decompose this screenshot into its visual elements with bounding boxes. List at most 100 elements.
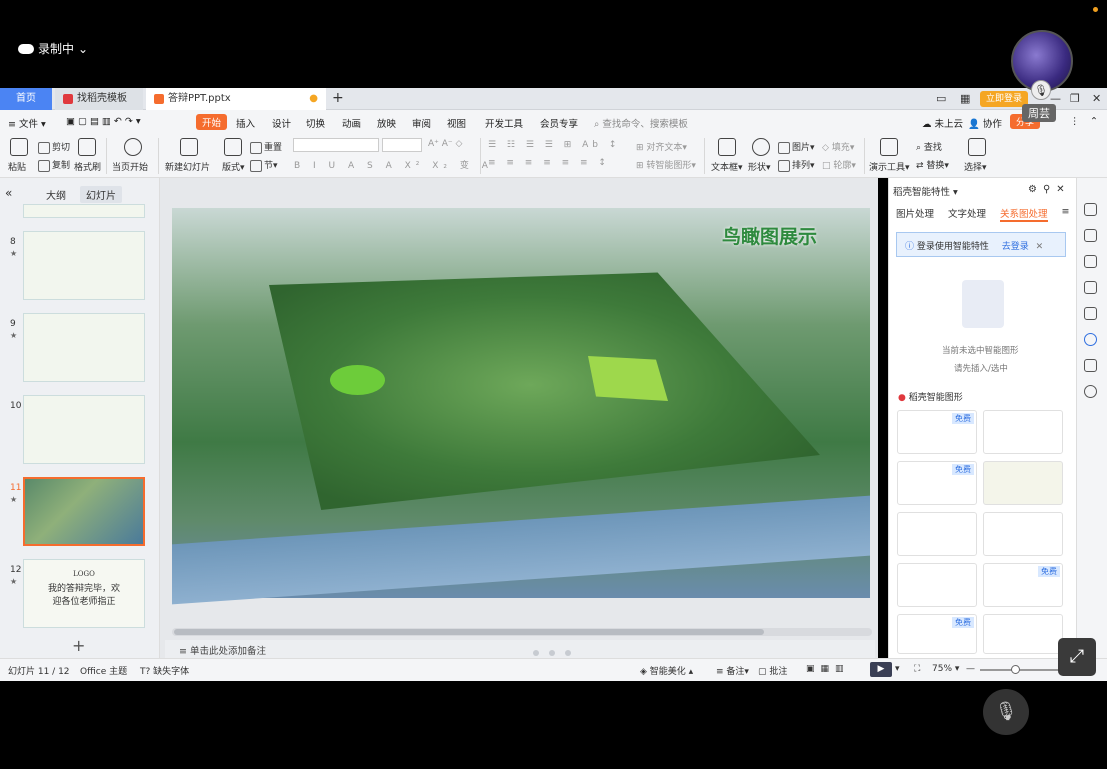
close-icon[interactable]: ✕ [1056, 184, 1070, 195]
replace-button[interactable]: ⇄ 替换▾ [916, 158, 949, 171]
help-icon[interactable] [1084, 385, 1097, 398]
restore-button[interactable]: ❐ [1070, 92, 1080, 105]
find-button[interactable]: ⌕ 查找 [916, 140, 942, 153]
play-options-chevron-icon[interactable]: ▾ [895, 664, 900, 674]
image-icon[interactable] [1084, 307, 1097, 320]
smart-graphic-card[interactable] [983, 410, 1063, 454]
smart-feature-icon[interactable] [1084, 333, 1097, 346]
settings-sliders-icon[interactable] [1084, 229, 1097, 242]
star-icon[interactable] [1084, 255, 1097, 268]
slide-thumbnail-9[interactable] [23, 313, 145, 382]
notes-field[interactable]: ≡ 单击此处添加备注 [165, 640, 875, 658]
slide-thumbnail-8[interactable] [23, 231, 145, 300]
select-button[interactable]: 选择▾ [964, 160, 987, 173]
zoom-slider[interactable] [980, 669, 1060, 671]
tab-home[interactable]: 首页 [0, 88, 52, 110]
smart-graphic-card[interactable] [983, 512, 1063, 556]
slide-title[interactable]: 鸟瞰图展示 [722, 222, 817, 249]
smart-graphic-card[interactable]: 免费 [897, 461, 977, 505]
floating-edit-button[interactable]: ⤢ [1058, 638, 1096, 676]
menu-transition[interactable]: 切换 [306, 116, 325, 130]
slide-thumbnail-10[interactable] [23, 395, 145, 464]
new-slide-icon[interactable] [180, 138, 198, 156]
select-icon[interactable] [968, 138, 986, 156]
zoom-level[interactable]: 75% ▾ [932, 664, 959, 674]
presenter-tools-icon[interactable] [880, 138, 898, 156]
missing-font-button[interactable]: T? 缺失字体 [140, 664, 189, 677]
paste-button[interactable]: 粘贴 [8, 160, 26, 173]
reset-button[interactable]: 重置 [250, 140, 282, 154]
collapse-panel-icon[interactable]: « [5, 186, 12, 200]
textbox-button[interactable]: 文本框▾ [711, 160, 743, 173]
close-icon[interactable]: ✕ [1036, 242, 1044, 252]
arrange-button[interactable]: 排列▾ [778, 158, 815, 172]
gear-icon[interactable]: ⚙ [1028, 184, 1043, 195]
play-button[interactable]: ▶ [870, 662, 892, 677]
menu-developer[interactable]: 开发工具 [485, 116, 523, 130]
collab-button[interactable]: 👤 协作 [968, 116, 1002, 130]
pane-title[interactable]: 稻壳智能特性 ▾ [893, 184, 958, 198]
new-slide-button[interactable]: 新建幻灯片 [165, 160, 210, 173]
copy-button[interactable]: 复制 [38, 158, 70, 172]
zoom-out-button[interactable]: — [966, 664, 975, 674]
play-from-current-button[interactable]: 当页开始 [112, 160, 148, 173]
format-painter-button[interactable]: 格式刷 [74, 160, 101, 173]
smart-graphic-card[interactable]: 免费 [983, 563, 1063, 607]
smart-graphic-card[interactable] [983, 461, 1063, 505]
smart-graphic-card[interactable] [897, 512, 977, 556]
text-format-icons[interactable]: B I U A S A X² X₂ 变 A [294, 158, 493, 171]
horizontal-scrollbar[interactable] [172, 628, 872, 636]
pin-icon[interactable]: ⚲ [1043, 184, 1056, 195]
list-icons[interactable]: ☰ ☷ ☰ ☰ ⊞ Ab ↕ [488, 140, 620, 150]
smart-graphic-card[interactable] [983, 614, 1063, 654]
command-search[interactable]: ⌕ 查找命令、搜索模板 [594, 116, 688, 130]
format-painter-icon[interactable] [78, 138, 96, 156]
slide-thumbnail-7[interactable] [23, 204, 145, 218]
layout-button[interactable]: 版式▾ [222, 160, 245, 173]
menu-member[interactable]: 会员专享 [540, 116, 578, 130]
smart-graphic-card[interactable] [897, 563, 977, 607]
picture-button[interactable]: 图片▾ [778, 140, 815, 154]
slide-thumbnail-11-selected[interactable] [23, 477, 145, 546]
slide-thumbnail-12[interactable]: LOGO 我的答辩完毕，欢 迎各位老师指正 [23, 559, 145, 628]
grid-icon[interactable]: ▦ [960, 92, 970, 105]
login-button[interactable]: 立即登录 [980, 91, 1029, 107]
tab-outline[interactable]: 大纲 [40, 186, 72, 203]
more-icon[interactable]: ⋮ [1070, 116, 1080, 127]
notes-toggle-button[interactable]: ≡ 备注▾ [716, 664, 749, 677]
layout-icon[interactable]: ▭ [936, 92, 946, 105]
tab-document[interactable]: 答辩PPT.pptx ● [146, 88, 326, 110]
rocket-icon[interactable] [1084, 203, 1097, 216]
add-tab-button[interactable]: + [332, 90, 344, 106]
presenter-tools-button[interactable]: 演示工具▾ [869, 160, 910, 173]
menu-insert[interactable]: 插入 [236, 116, 255, 130]
pane-controls[interactable]: ⚙⚲✕ [1028, 184, 1071, 195]
recording-indicator[interactable]: 录制中 ⌄ [18, 40, 88, 57]
font-size-adjust-icons[interactable]: A⁺ A⁻ ◇ [428, 139, 462, 149]
paragraph-align-icons[interactable]: ≡ ≡ ≡ ≡ ≡ ≡ ↕ [488, 158, 610, 168]
comments-button[interactable]: ▢ 批注 [758, 664, 787, 677]
align-text-button[interactable]: ⊞ 对齐文本▾ [636, 140, 687, 153]
paste-icon[interactable] [10, 138, 28, 156]
tab-templates[interactable]: 找稻壳模板 [55, 88, 143, 110]
fill-button[interactable]: ◇ 填充▾ [822, 140, 854, 153]
cut-button[interactable]: 剪切 [38, 140, 70, 154]
shape-icon[interactable] [752, 138, 770, 156]
menu-icon[interactable]: ≡ [1062, 206, 1070, 222]
collapse-ribbon-icon[interactable]: ⌃ [1090, 116, 1098, 127]
menu-review[interactable]: 审阅 [412, 116, 431, 130]
font-size-select[interactable] [382, 138, 422, 152]
menu-slideshow[interactable]: 放映 [377, 116, 396, 130]
close-button[interactable]: ✕ [1092, 92, 1101, 105]
mic-icon[interactable]: 🎙 [1031, 80, 1051, 100]
fit-window-icon[interactable]: ⛶ [914, 664, 920, 674]
menu-view[interactable]: 视图 [447, 116, 466, 130]
menu-design[interactable]: 设计 [272, 116, 291, 130]
smart-graphic-card[interactable]: 免费 [897, 410, 977, 454]
quick-access-icons[interactable]: ▣▢▤▥↶↷▾ [66, 116, 144, 127]
book-icon[interactable] [1084, 359, 1097, 372]
clipboard-icon[interactable] [1084, 281, 1097, 294]
smart-graphic-card[interactable]: 免费 [897, 614, 977, 654]
smart-beautify-button[interactable]: ◈ 智能美化 ▴ [640, 664, 693, 677]
cloud-status[interactable]: ☁ 未上云 [922, 116, 963, 130]
